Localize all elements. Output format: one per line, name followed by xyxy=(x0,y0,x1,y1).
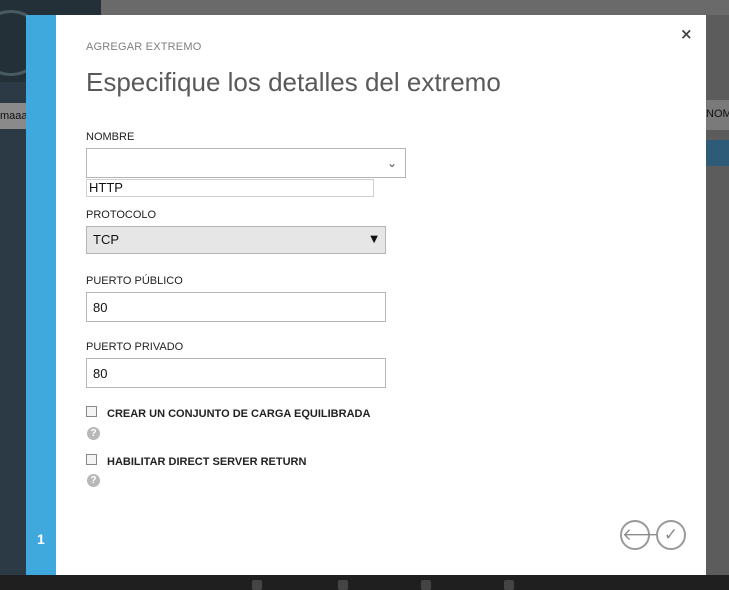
background-command-icon xyxy=(338,580,348,590)
name-label: NOMBRE xyxy=(86,131,135,143)
protocol-value: TCP xyxy=(93,232,119,247)
add-endpoint-dialog: 1 × AGREGAR EXTREMO Especifique los deta… xyxy=(26,15,706,575)
wizard-step-rail: 1 xyxy=(26,15,56,575)
background-command-bar xyxy=(0,575,729,590)
background-selected-row xyxy=(706,140,729,166)
private-port-input[interactable] xyxy=(86,358,386,388)
dialog-subtitle: AGREGAR EXTREMO xyxy=(86,41,202,53)
load-balanced-set-checkbox[interactable] xyxy=(86,406,97,417)
step-number: 1 xyxy=(37,531,45,547)
public-port-input[interactable] xyxy=(86,292,386,322)
direct-server-return-checkbox[interactable] xyxy=(86,454,97,465)
name-suggestion-item[interactable]: HTTP xyxy=(86,179,374,197)
chevron-down-icon[interactable]: ⌄ xyxy=(387,156,397,170)
checkmark-icon: ✓ xyxy=(663,525,679,545)
protocol-label: PROTOCOLO xyxy=(86,209,157,221)
private-port-label: PUERTO PRIVADO xyxy=(86,341,184,353)
load-balanced-set-label: CREAR UN CONJUNTO DE CARGA EQUILIBRADA xyxy=(107,408,371,420)
complete-button[interactable]: ✓ xyxy=(656,520,686,550)
background-topbar xyxy=(101,0,729,15)
dropdown-arrow-icon: ▼ xyxy=(370,234,378,245)
protocol-select[interactable]: TCP ▼ xyxy=(86,226,386,254)
direct-server-return-label: HABILITAR DIRECT SERVER RETURN xyxy=(107,456,307,468)
help-icon[interactable]: ? xyxy=(87,427,100,440)
name-combobox[interactable]: ⌄ xyxy=(86,148,406,178)
public-port-label: PUERTO PÚBLICO xyxy=(86,275,183,287)
background-command-icon xyxy=(504,580,514,590)
background-command-icon xyxy=(252,580,262,590)
close-icon[interactable]: × xyxy=(680,25,693,43)
dialog-title: Especifique los detalles del extremo xyxy=(86,67,501,97)
background-command-icon xyxy=(421,580,431,590)
background-right-text: NOMB xyxy=(706,108,729,120)
back-button[interactable]: 🡐 xyxy=(620,520,668,550)
help-icon[interactable]: ? xyxy=(87,474,100,487)
